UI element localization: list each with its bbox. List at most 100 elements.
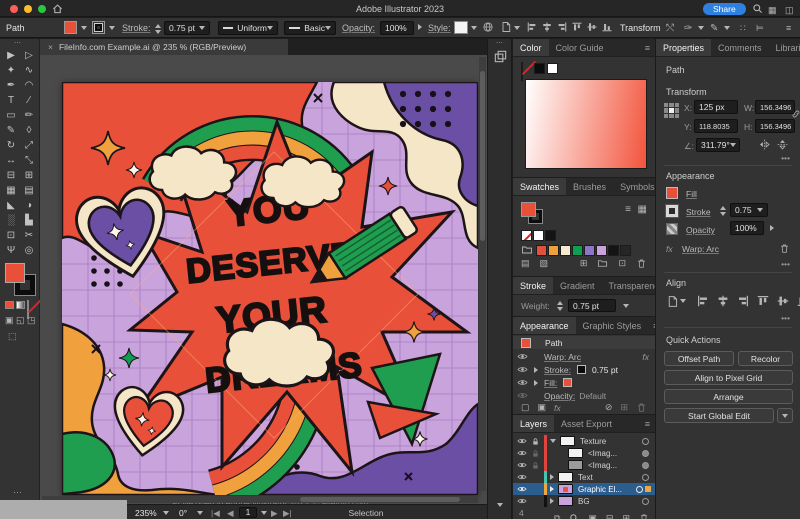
swatch-none[interactable] (521, 230, 532, 241)
type-tool[interactable]: T (3, 93, 19, 108)
swatch-color-3[interactable] (572, 244, 583, 256)
opacity-label[interactable]: Opacity: (342, 23, 375, 33)
artboard-tool[interactable]: ⊡ (3, 228, 19, 243)
toolbar-drag-dots[interactable]: ⋯ (14, 39, 21, 47)
curvature-tool[interactable]: ◠ (21, 78, 37, 93)
fill-chevron-down-icon[interactable] (81, 26, 87, 30)
stroke-weight-stepper[interactable] (155, 24, 161, 34)
lock-icon[interactable] (531, 461, 540, 470)
direct-selection-tool[interactable]: ▷ (21, 48, 37, 63)
tab-stroke[interactable]: Stroke (513, 277, 554, 294)
draw-normal-mode-icon[interactable]: ▣ (5, 315, 14, 326)
lock-icon[interactable] (531, 437, 540, 446)
menu-grid-icon[interactable]: ≡ (786, 23, 791, 33)
opacity-popup-icon[interactable] (418, 24, 422, 30)
fill-swatch[interactable] (666, 187, 678, 199)
opacity-value-field[interactable]: 100% (730, 221, 764, 235)
transform-more-options[interactable]: ••• (781, 153, 790, 163)
reference-point-locator[interactable] (664, 103, 679, 118)
tab-asset-export[interactable]: Asset Export (554, 415, 619, 432)
shaper-tool[interactable]: ✎ (3, 123, 19, 138)
add-stroke-icon[interactable]: ▢ (521, 402, 530, 413)
opacity-link[interactable]: Opacity (686, 225, 715, 235)
offset-path-button[interactable]: Offset Path (664, 351, 734, 366)
warp-arc-link[interactable]: Warp: Arc (682, 244, 719, 254)
lock-icon[interactable] (531, 449, 540, 458)
align-more-options[interactable]: ••• (781, 313, 790, 323)
appearance-row-opacity[interactable]: Opacity: Default (513, 389, 655, 402)
duplicate-item-icon[interactable]: ⊞ (620, 402, 628, 413)
scale-tool[interactable]: ⤢ (21, 138, 37, 153)
opacity-swatch[interactable] (666, 223, 678, 235)
tab-color-guide[interactable]: Color Guide (549, 39, 611, 56)
stroke-link[interactable]: Stroke (686, 207, 711, 217)
swatch-color-2[interactable] (560, 244, 571, 256)
shape-options-icon[interactable]: ∷ (740, 23, 746, 34)
layer-row-image1[interactable]: <Imag... (513, 447, 655, 459)
clear-appearance-icon[interactable]: ⊘ (605, 402, 613, 413)
global-edit-dropdown-button[interactable] (777, 408, 793, 423)
rotate-tool[interactable]: ↻ (3, 138, 19, 153)
workspace-layout-icon[interactable]: ▦ (768, 5, 777, 16)
opacity-popup-icon[interactable] (770, 225, 774, 231)
layer-thumbnail[interactable] (558, 484, 573, 494)
warp-arc-link[interactable]: Warp: Arc (544, 352, 581, 362)
delete-layer-icon[interactable] (639, 513, 649, 519)
similar-chevron-down-icon[interactable] (698, 26, 704, 30)
layer-name[interactable]: Graphic El... (578, 485, 622, 494)
weight-stepper[interactable] (557, 301, 563, 311)
align-right-icon[interactable] (556, 21, 568, 33)
swatch-kinds-icon[interactable]: ▧ (540, 258, 549, 269)
layer-row-image2[interactable]: <Imag... (513, 459, 655, 471)
new-layer-icon[interactable]: ⊞ (622, 513, 630, 519)
swatch-color-1[interactable] (548, 244, 559, 256)
color-panel-menu-icon[interactable]: ≡ (640, 39, 655, 56)
tab-graphic-styles[interactable]: Graphic Styles (576, 317, 649, 334)
expand-chevron-icon[interactable] (534, 379, 538, 386)
expand-chevron-icon[interactable] (550, 486, 554, 492)
hand-tool[interactable]: Ψ (3, 243, 19, 258)
locate-object-icon[interactable] (569, 513, 579, 519)
swatch-white[interactable] (533, 230, 544, 241)
align-left-icon[interactable] (696, 294, 710, 308)
dock-bottom-chevron-icon[interactable] (497, 503, 503, 507)
new-swatch-group-icon[interactable] (597, 258, 608, 269)
tab-properties[interactable]: Properties (656, 39, 712, 56)
column-graph-tool[interactable]: ▙ (21, 213, 37, 228)
expand-chevron-icon[interactable] (550, 498, 554, 504)
free-transform-tool[interactable]: ⤡ (21, 153, 37, 168)
style-chevron-down-icon[interactable] (471, 26, 477, 30)
align-bottom-icon[interactable] (796, 294, 800, 308)
lasso-tool[interactable]: ∿ (21, 63, 37, 78)
isolate-selection-icon[interactable]: ⤲ (666, 23, 674, 34)
document-properties-icon[interactable] (500, 21, 512, 33)
blend-tool[interactable]: ◑ (21, 198, 37, 213)
swatch-options-icon[interactable]: ⊞ (580, 258, 588, 269)
fill-color-mini-swatch[interactable] (563, 378, 573, 387)
layer-row-bg[interactable]: BG (513, 495, 655, 507)
color-spectrum-field[interactable] (525, 79, 647, 169)
stroke-value-field[interactable]: 0.75 (730, 203, 768, 217)
align-to-selection-icon[interactable] (666, 295, 686, 308)
artboards-panel-icon[interactable] (493, 49, 508, 64)
selection-tool[interactable]: ▶ (3, 48, 19, 63)
h-field[interactable]: 156.3496 (755, 119, 795, 133)
doc-chevron-down-icon[interactable] (514, 26, 520, 30)
search-icon[interactable] (752, 3, 763, 14)
eye-icon[interactable] (517, 460, 527, 470)
new-sublayer-icon[interactable]: ⊟ (606, 513, 614, 519)
share-button[interactable]: Share (703, 2, 746, 15)
arrange-documents-icon[interactable]: ◫ (785, 5, 794, 16)
flip-vertical-icon[interactable] (776, 138, 789, 151)
add-fill-icon[interactable]: ▣ (538, 402, 547, 413)
zoom-tool[interactable]: ◎ (21, 243, 37, 258)
eyedropper-tool[interactable]: ◣ (3, 198, 19, 213)
target-circle-icon[interactable] (636, 485, 643, 493)
w-field[interactable]: 156.3496 (755, 100, 795, 114)
layer-name[interactable]: <Imag... (588, 461, 617, 470)
stroke-weight-label[interactable]: Stroke: (122, 23, 151, 33)
swatch-group-folder-icon[interactable] (521, 244, 533, 256)
align-left-icon[interactable] (526, 21, 538, 33)
swatch-color-0[interactable] (536, 244, 547, 256)
magic-wand-tool[interactable]: ✦ (3, 63, 19, 78)
